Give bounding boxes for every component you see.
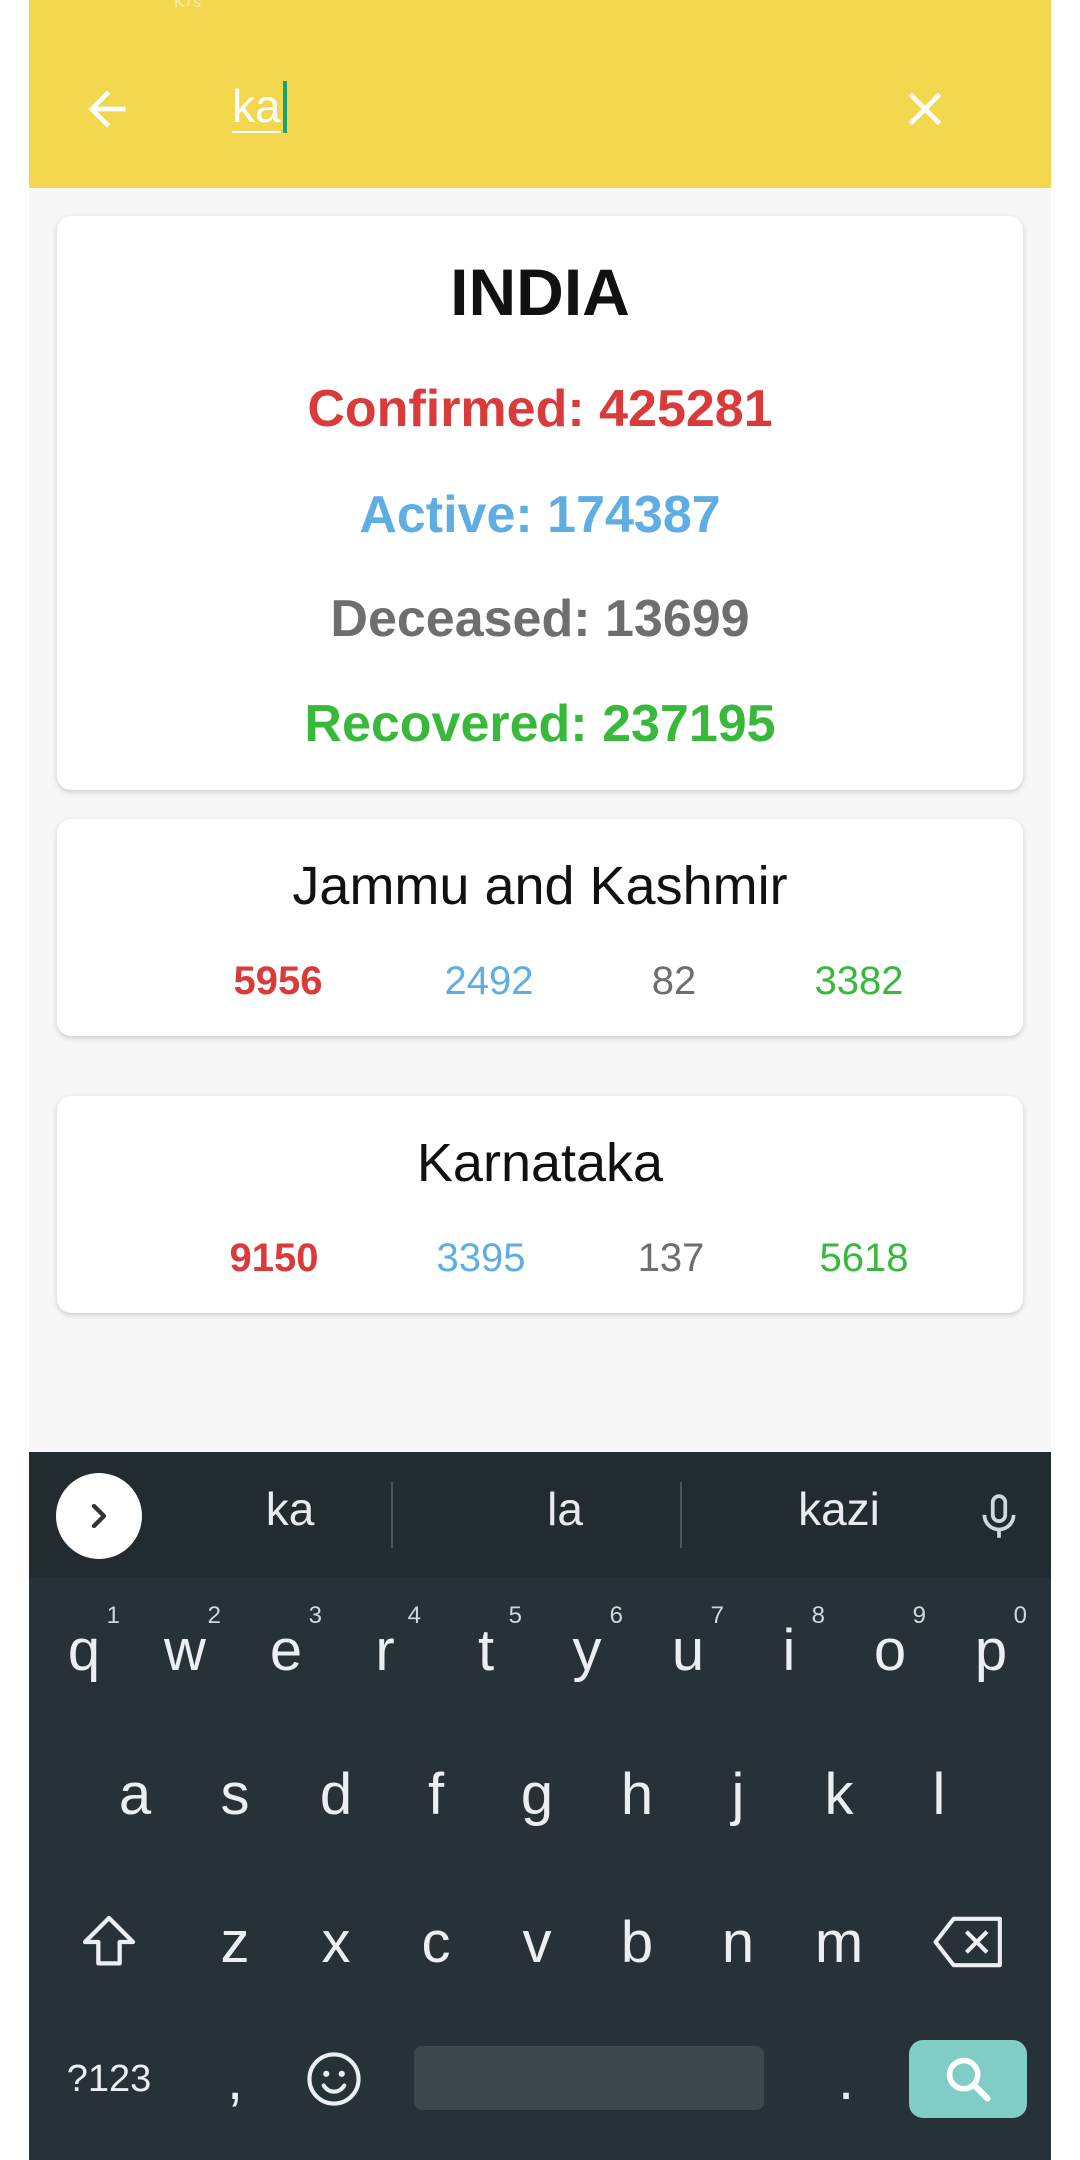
key-number-hint: 0 [1013, 1602, 1027, 1629]
key-d[interactable]: d [286, 1734, 386, 1854]
search-action-key[interactable] [909, 2040, 1027, 2118]
search-query-text: ka [232, 80, 281, 133]
back-button[interactable] [67, 69, 147, 149]
emoji-icon [307, 2052, 361, 2106]
state-active: 2492 [444, 959, 534, 1003]
state-confirmed: 9150 [229, 1236, 319, 1280]
state-name: Jammu and Kashmir [292, 856, 788, 916]
state-confirmed: 5956 [233, 959, 323, 1003]
key-number-hint: 6 [609, 1602, 623, 1629]
state-recovered: 5618 [819, 1236, 909, 1280]
key-z[interactable]: z [185, 1882, 285, 2002]
key-c[interactable]: c [386, 1882, 486, 2002]
voice-input-button[interactable] [969, 1482, 1029, 1552]
state-result-card[interactable]: Karnataka 9150 3395 137 5618 [57, 1096, 1023, 1313]
key-label: y [572, 1617, 602, 1683]
emoji-key[interactable] [284, 2019, 384, 2139]
key-label: e [269, 1617, 303, 1683]
period-key[interactable]: . [796, 2019, 896, 2139]
key-number-hint: 9 [912, 1602, 926, 1629]
key-s[interactable]: s [185, 1734, 285, 1854]
key-a[interactable]: a [85, 1734, 185, 1854]
shift-icon [82, 1915, 136, 1966]
key-h[interactable]: h [587, 1734, 687, 1854]
app-screen: K/s ka INDIA Confirmed: 425281 Active: 1… [29, 0, 1051, 2160]
search-icon [946, 2057, 991, 2102]
key-g[interactable]: g [487, 1734, 587, 1854]
key-x[interactable]: x [286, 1882, 386, 2002]
state-deceased: 137 [637, 1236, 705, 1280]
state-name: Karnataka [416, 1133, 664, 1193]
backspace-key[interactable] [919, 1882, 1019, 2002]
close-icon [908, 92, 942, 126]
key-label: r [375, 1617, 395, 1683]
state-recovered: 3382 [814, 959, 904, 1003]
key-u[interactable]: u7 [638, 1590, 738, 1710]
key-label: u [671, 1617, 705, 1683]
search-app-bar: K/s ka [29, 0, 1051, 188]
confirmed-count: Confirmed: 425281 [307, 380, 773, 438]
key-n[interactable]: n [688, 1882, 788, 2002]
expand-suggestions-button[interactable] [56, 1473, 142, 1559]
status-bar-speed: K/s [174, 0, 204, 11]
key-m[interactable]: m [789, 1882, 889, 2002]
key-t[interactable]: t5 [436, 1590, 536, 1710]
key-label: t [477, 1617, 495, 1683]
soft-keyboard: ka la kazi q1w2e3r4t5y6u7i8o9p0 asdfghjk… [29, 1452, 1051, 2160]
state-result-card[interactable]: Jammu and Kashmir 5956 2492 82 3382 [57, 819, 1023, 1036]
country-summary-card: INDIA Confirmed: 425281 Active: 174387 D… [57, 216, 1023, 790]
key-p[interactable]: p0 [941, 1590, 1041, 1710]
suggestion-divider [391, 1482, 393, 1548]
key-e[interactable]: e3 [236, 1590, 336, 1710]
key-w[interactable]: w2 [135, 1590, 235, 1710]
microphone-icon [982, 1494, 1016, 1538]
suggestion-divider [680, 1482, 682, 1548]
key-label: o [873, 1617, 907, 1683]
key-q[interactable]: q1 [34, 1590, 134, 1710]
space-key[interactable] [414, 2046, 764, 2110]
key-b[interactable]: b [587, 1882, 687, 2002]
deceased-count: Deceased: 13699 [330, 590, 750, 648]
key-number-hint: 1 [106, 1602, 120, 1629]
key-number-hint: 7 [710, 1602, 724, 1629]
recovered-count: Recovered: 237195 [304, 695, 776, 753]
shift-key[interactable] [59, 1882, 159, 2002]
key-number-hint: 8 [811, 1602, 825, 1629]
key-label: p [974, 1617, 1008, 1683]
key-label: q [67, 1617, 101, 1683]
search-input[interactable]: ka [232, 76, 832, 138]
key-number-hint: 3 [308, 1602, 322, 1629]
key-label: i [782, 1617, 796, 1683]
key-number-hint: 4 [407, 1602, 421, 1629]
state-deceased: 82 [651, 959, 697, 1003]
suggestion-2[interactable]: la [450, 1482, 680, 1536]
suggestion-1[interactable]: ka [175, 1482, 405, 1536]
arrow-left-icon [88, 90, 126, 128]
comma-key[interactable]: , [185, 2019, 285, 2139]
backspace-icon [933, 1916, 1002, 1968]
state-active: 3395 [436, 1236, 526, 1280]
clear-search-button[interactable] [885, 69, 965, 149]
key-v[interactable]: v [487, 1882, 587, 2002]
key-y[interactable]: y6 [537, 1590, 637, 1710]
key-l[interactable]: l [889, 1734, 989, 1854]
suggestion-3[interactable]: kazi [724, 1482, 954, 1536]
key-number-hint: 5 [508, 1602, 522, 1629]
suggestion-strip: ka la kazi [29, 1452, 1051, 1578]
chevron-right-icon [91, 1503, 107, 1529]
key-r[interactable]: r4 [335, 1590, 435, 1710]
key-o[interactable]: o9 [840, 1590, 940, 1710]
active-count: Active: 174387 [359, 486, 721, 544]
key-i[interactable]: i8 [739, 1590, 839, 1710]
key-j[interactable]: j [688, 1734, 788, 1854]
key-k[interactable]: k [789, 1734, 889, 1854]
key-number-hint: 2 [207, 1602, 221, 1629]
country-title: INDIA [450, 255, 630, 329]
text-caret [282, 81, 287, 133]
key-label: w [164, 1617, 206, 1683]
symbols-key[interactable]: ?123 [59, 2019, 159, 2139]
key-f[interactable]: f [386, 1734, 486, 1854]
